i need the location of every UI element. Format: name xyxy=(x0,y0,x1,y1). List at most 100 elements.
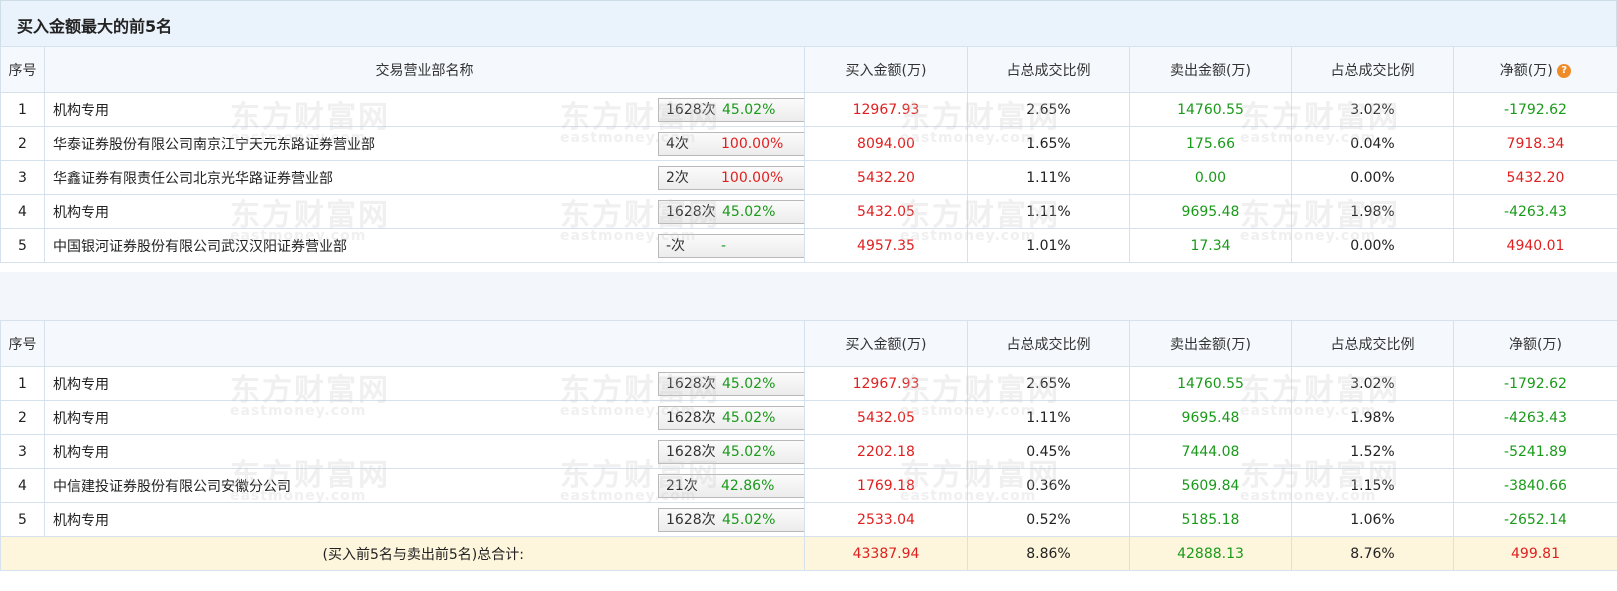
col-sell: 卖出金额(万) xyxy=(1129,320,1292,367)
broker-name[interactable]: 机构专用 xyxy=(53,442,109,462)
trade-stat-box[interactable]: 1628次 45.02% xyxy=(658,200,804,224)
buy-amount: 2533.04 xyxy=(804,502,968,537)
win-rate: 45.02% xyxy=(722,512,776,528)
trade-stat-box[interactable]: -次 - xyxy=(658,234,804,258)
net-amount: 5432.20 xyxy=(1453,160,1617,195)
trade-stat-box[interactable]: 1628次 45.02% ? xyxy=(658,98,805,122)
total-label: (买入前5名与卖出前5名)总合计: xyxy=(0,536,805,571)
question-icon[interactable]: ? xyxy=(804,103,805,118)
sell-ratio: 1.06% xyxy=(1291,502,1454,537)
total-sell-ratio: 8.76% xyxy=(1291,536,1454,571)
broker-name-cell: 机构专用 1628次 45.02% ? xyxy=(44,366,805,401)
sell-amount: 14760.55 xyxy=(1129,92,1292,127)
sell-ratio: 0.04% xyxy=(1291,126,1454,161)
broker-name-cell: 华泰证券股份有限公司南京江宁天元东路证券营业部 4次 100.00% xyxy=(44,126,805,161)
total-buy-ratio: 8.86% xyxy=(967,536,1130,571)
col-net-label: 净额(万) xyxy=(1499,62,1553,79)
broker-name-cell: 机构专用 1628次 45.02% xyxy=(44,502,805,537)
win-rate: 45.02% xyxy=(722,444,776,460)
col-buy: 买入金额(万) xyxy=(804,320,968,367)
row-index: 1 xyxy=(0,92,45,127)
broker-name[interactable]: 机构专用 xyxy=(53,510,109,530)
net-amount: 7918.34 xyxy=(1453,126,1617,161)
broker-name-cell: 机构专用 1628次 45.02% xyxy=(44,194,805,229)
buy-ratio: 0.52% xyxy=(967,502,1130,537)
broker-name[interactable]: 华鑫证券有限责任公司北京光华路证券营业部 xyxy=(53,168,333,188)
win-rate: 45.02% xyxy=(722,204,776,220)
row-index: 5 xyxy=(0,228,45,263)
broker-name[interactable]: 中信建投证券股份有限公司安徽分公司 xyxy=(53,476,291,496)
broker-name[interactable]: 机构专用 xyxy=(53,374,109,394)
sell-amount: 5609.84 xyxy=(1129,468,1292,503)
trade-count: 1628次 xyxy=(666,512,716,528)
table-row: 5 机构专用 1628次 45.02% 2533.04 0.52% 5185.1… xyxy=(0,502,1617,537)
row-index: 2 xyxy=(0,126,45,161)
trade-count: 1628次 xyxy=(666,376,716,392)
trade-stat-box[interactable]: 1628次 45.02% xyxy=(658,440,804,464)
table-row: 2 华泰证券股份有限公司南京江宁天元东路证券营业部 4次 100.00% 809… xyxy=(0,126,1617,161)
trade-stat-box[interactable]: 2次 100.00% xyxy=(658,166,804,190)
trade-count: -次 xyxy=(666,238,686,254)
trade-count: 21次 xyxy=(666,478,698,494)
total-buy: 43387.94 xyxy=(804,536,968,571)
buy-amount: 1769.18 xyxy=(804,468,968,503)
win-rate: - xyxy=(721,238,727,254)
trade-stat-box[interactable]: 4次 100.00% xyxy=(658,132,804,156)
win-rate: 42.86% xyxy=(721,478,775,494)
sell-ratio: 0.00% xyxy=(1291,160,1454,195)
row-index: 3 xyxy=(0,434,45,469)
trade-stat-box[interactable]: 1628次 45.02% xyxy=(658,508,804,532)
net-amount: -4263.43 xyxy=(1453,400,1617,435)
total-sell: 42888.13 xyxy=(1129,536,1292,571)
buy-amount: 4957.35 xyxy=(804,228,968,263)
buy-ratio: 1.11% xyxy=(967,160,1130,195)
sell-amount: 9695.48 xyxy=(1129,194,1292,229)
question-icon[interactable]: ? xyxy=(1557,63,1572,78)
sell-amount: 7444.08 xyxy=(1129,434,1292,469)
row-index: 4 xyxy=(0,194,45,229)
sell-amount: 5185.18 xyxy=(1129,502,1292,537)
col-sell-ratio: 占总成交比例 xyxy=(1291,320,1454,367)
broker-name-cell: 机构专用 1628次 45.02% xyxy=(44,434,805,469)
col-sell-ratio: 占总成交比例 xyxy=(1291,46,1454,93)
trade-stat-box[interactable]: 21次 42.86% xyxy=(658,474,804,498)
col-name xyxy=(44,320,805,367)
row-index: 5 xyxy=(0,502,45,537)
table-header-row: 序号 买入金额(万) 占总成交比例 卖出金额(万) 占总成交比例 净额(万) xyxy=(0,320,1617,367)
trade-stat-box[interactable]: 1628次 45.02% xyxy=(658,406,804,430)
broker-name[interactable]: 机构专用 xyxy=(53,100,109,120)
col-buy-ratio: 占总成交比例 xyxy=(967,320,1130,367)
win-rate: 45.02% xyxy=(722,102,776,118)
question-icon[interactable]: ? xyxy=(804,377,805,392)
net-amount: -1792.62 xyxy=(1453,366,1617,401)
table-row: 2 机构专用 1628次 45.02% 5432.05 1.11% 9695.4… xyxy=(0,400,1617,435)
trade-stat-box[interactable]: 1628次 45.02% ? xyxy=(658,372,805,396)
net-amount: 4940.01 xyxy=(1453,228,1617,263)
table-row: 1 机构专用 1628次 45.02% ? 12967.93 2.65% 147… xyxy=(0,92,1617,127)
broker-name-cell: 华鑫证券有限责任公司北京光华路证券营业部 2次 100.00% xyxy=(44,160,805,195)
broker-name-cell: 中信建投证券股份有限公司安徽分公司 21次 42.86% xyxy=(44,468,805,503)
col-net: 净额(万) ? xyxy=(1453,46,1617,93)
section-divider xyxy=(0,272,1617,320)
broker-name[interactable]: 华泰证券股份有限公司南京江宁天元东路证券营业部 xyxy=(53,134,375,154)
row-index: 1 xyxy=(0,366,45,401)
buy-ratio: 0.36% xyxy=(967,468,1130,503)
sell-ratio: 0.00% xyxy=(1291,228,1454,263)
table-header-row: 序号 交易营业部名称 买入金额(万) 占总成交比例 卖出金额(万) 占总成交比例… xyxy=(0,46,1617,93)
net-amount: -1792.62 xyxy=(1453,92,1617,127)
broker-name[interactable]: 机构专用 xyxy=(53,202,109,222)
buy-ratio: 0.45% xyxy=(967,434,1130,469)
sell-ratio: 1.98% xyxy=(1291,400,1454,435)
buy-ratio: 1.11% xyxy=(967,194,1130,229)
broker-name[interactable]: 中国银河证券股份有限公司武汉汉阳证券营业部 xyxy=(53,236,347,256)
trade-count: 1628次 xyxy=(666,204,716,220)
buy-amount: 2202.18 xyxy=(804,434,968,469)
table-row: 5 中国银河证券股份有限公司武汉汉阳证券营业部 -次 - 4957.35 1.0… xyxy=(0,228,1617,263)
row-index: 3 xyxy=(0,160,45,195)
buy-amount: 5432.05 xyxy=(804,194,968,229)
buy-amount: 8094.00 xyxy=(804,126,968,161)
sell-ratio: 1.52% xyxy=(1291,434,1454,469)
sell-ratio: 3.02% xyxy=(1291,92,1454,127)
broker-name[interactable]: 机构专用 xyxy=(53,408,109,428)
sell-ratio: 1.15% xyxy=(1291,468,1454,503)
